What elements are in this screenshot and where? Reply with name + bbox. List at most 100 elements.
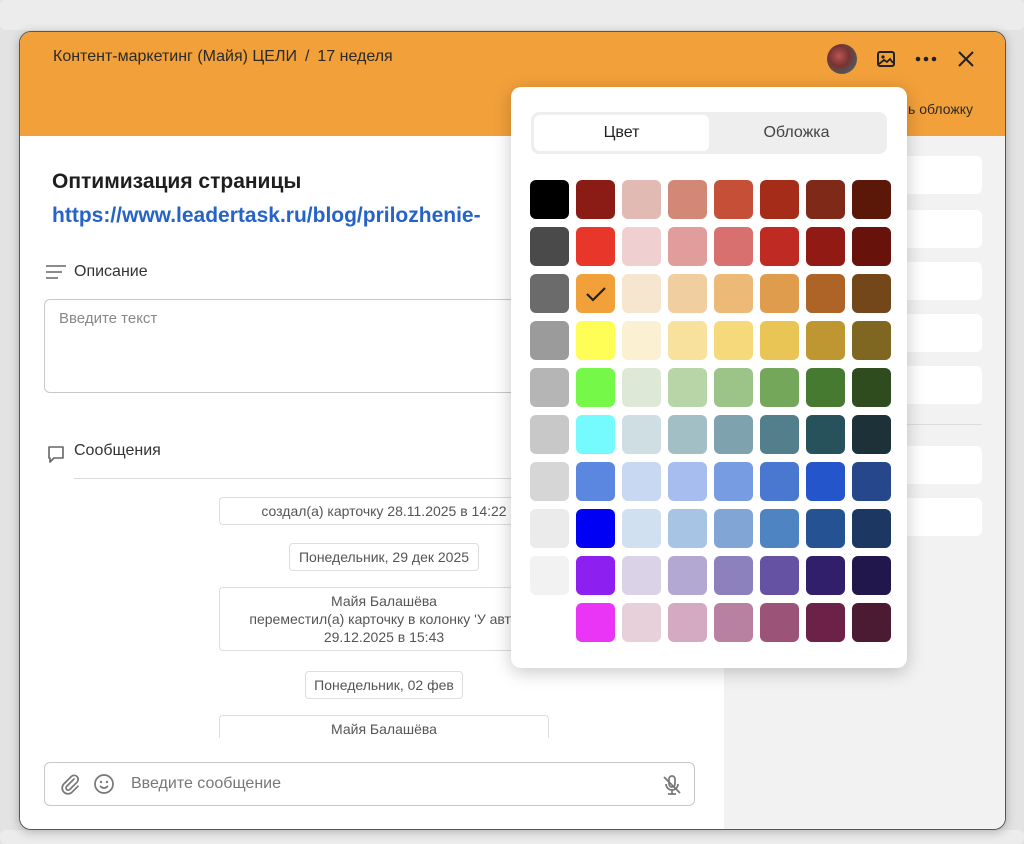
color-swatch[interactable] — [760, 227, 799, 266]
card-title[interactable]: Оптимизация страницы — [52, 170, 301, 194]
color-swatch[interactable] — [806, 415, 845, 454]
color-swatch[interactable] — [576, 415, 615, 454]
color-swatch[interactable] — [760, 321, 799, 360]
emoji-icon[interactable] — [93, 773, 115, 800]
color-swatch[interactable] — [852, 556, 891, 595]
color-swatch[interactable] — [714, 368, 753, 407]
color-swatch[interactable] — [668, 415, 707, 454]
color-swatch[interactable] — [622, 274, 661, 313]
color-swatch[interactable] — [806, 180, 845, 219]
color-swatch[interactable] — [806, 321, 845, 360]
tab-cover[interactable]: Обложка — [709, 115, 884, 151]
color-swatch[interactable] — [852, 180, 891, 219]
color-swatch[interactable] — [852, 603, 891, 642]
color-swatch[interactable] — [760, 462, 799, 501]
color-swatch[interactable] — [576, 227, 615, 266]
color-swatch[interactable] — [622, 368, 661, 407]
color-swatch[interactable] — [668, 603, 707, 642]
color-swatch[interactable] — [806, 603, 845, 642]
description-label: Описание — [74, 263, 148, 280]
color-swatch[interactable] — [668, 509, 707, 548]
color-swatch[interactable] — [622, 509, 661, 548]
color-swatch[interactable] — [530, 556, 569, 595]
card-link[interactable]: https://www.leadertask.ru/blog/prilozhen… — [52, 204, 512, 228]
message-icon — [46, 444, 66, 469]
color-swatch[interactable] — [668, 556, 707, 595]
color-swatch[interactable] — [806, 509, 845, 548]
color-swatch[interactable] — [668, 274, 707, 313]
color-swatch[interactable] — [714, 321, 753, 360]
color-swatch[interactable] — [852, 321, 891, 360]
color-swatch[interactable] — [530, 321, 569, 360]
color-swatch[interactable] — [852, 368, 891, 407]
event-time: 29.12.2025 в 15:43 — [323, 629, 445, 645]
color-swatch[interactable] — [714, 180, 753, 219]
change-cover-link[interactable]: ь обложку — [908, 101, 973, 117]
color-swatch[interactable] — [760, 415, 799, 454]
color-swatch[interactable] — [714, 603, 753, 642]
color-swatch[interactable] — [806, 556, 845, 595]
avatar[interactable] — [827, 44, 857, 74]
color-swatch[interactable] — [760, 368, 799, 407]
color-swatch[interactable] — [852, 227, 891, 266]
color-swatch[interactable] — [622, 227, 661, 266]
image-icon[interactable] — [875, 48, 897, 70]
microphone-off-icon[interactable] — [660, 773, 684, 802]
color-swatch[interactable] — [622, 180, 661, 219]
color-swatch[interactable] — [852, 415, 891, 454]
color-swatch[interactable] — [852, 509, 891, 548]
message-input[interactable]: Введите сообщение — [131, 775, 281, 793]
color-swatch[interactable] — [806, 368, 845, 407]
date-separator: Понедельник, 02 фев — [305, 671, 463, 699]
color-swatch[interactable] — [622, 415, 661, 454]
color-swatch[interactable] — [760, 274, 799, 313]
color-swatch[interactable] — [668, 462, 707, 501]
more-icon[interactable] — [915, 48, 937, 70]
color-swatch[interactable] — [622, 556, 661, 595]
tab-color[interactable]: Цвет — [534, 115, 709, 151]
breadcrumb-project[interactable]: Контент-маркетинг (Майя) ЦЕЛИ — [53, 48, 297, 66]
color-swatch[interactable] — [576, 321, 615, 360]
color-swatch[interactable] — [530, 180, 569, 219]
color-swatch[interactable] — [530, 274, 569, 313]
color-swatch[interactable] — [668, 321, 707, 360]
color-swatch[interactable] — [622, 603, 661, 642]
color-swatch[interactable] — [760, 509, 799, 548]
color-picker-popover: Цвет Обложка — [511, 87, 907, 668]
color-swatch[interactable] — [714, 509, 753, 548]
color-swatch[interactable] — [760, 180, 799, 219]
color-swatch[interactable] — [576, 274, 615, 313]
color-swatch[interactable] — [530, 462, 569, 501]
color-swatch[interactable] — [852, 274, 891, 313]
color-swatch[interactable] — [576, 509, 615, 548]
color-swatch[interactable] — [668, 227, 707, 266]
color-swatch[interactable] — [760, 556, 799, 595]
color-swatch[interactable] — [760, 603, 799, 642]
color-swatch[interactable] — [622, 321, 661, 360]
color-swatch[interactable] — [714, 462, 753, 501]
color-swatch[interactable] — [714, 556, 753, 595]
color-swatch[interactable] — [714, 415, 753, 454]
color-swatch[interactable] — [852, 462, 891, 501]
color-swatch[interactable] — [806, 227, 845, 266]
color-swatch[interactable] — [530, 368, 569, 407]
color-swatch[interactable] — [576, 180, 615, 219]
breadcrumb-column[interactable]: 17 неделя — [317, 48, 392, 66]
color-swatch[interactable] — [576, 462, 615, 501]
color-swatch[interactable] — [530, 415, 569, 454]
color-swatch[interactable] — [806, 274, 845, 313]
attach-icon[interactable] — [59, 773, 81, 800]
color-swatch[interactable] — [714, 274, 753, 313]
color-swatch[interactable] — [668, 180, 707, 219]
color-swatch[interactable] — [806, 462, 845, 501]
color-swatch[interactable] — [576, 603, 615, 642]
color-swatch[interactable] — [530, 509, 569, 548]
close-icon[interactable] — [955, 48, 977, 70]
color-swatch[interactable] — [622, 462, 661, 501]
color-swatch[interactable] — [530, 227, 569, 266]
color-swatch[interactable] — [668, 368, 707, 407]
color-swatch[interactable] — [714, 227, 753, 266]
color-swatch[interactable] — [576, 556, 615, 595]
color-swatch[interactable] — [576, 368, 615, 407]
popover-tabs: Цвет Обложка — [531, 112, 887, 154]
